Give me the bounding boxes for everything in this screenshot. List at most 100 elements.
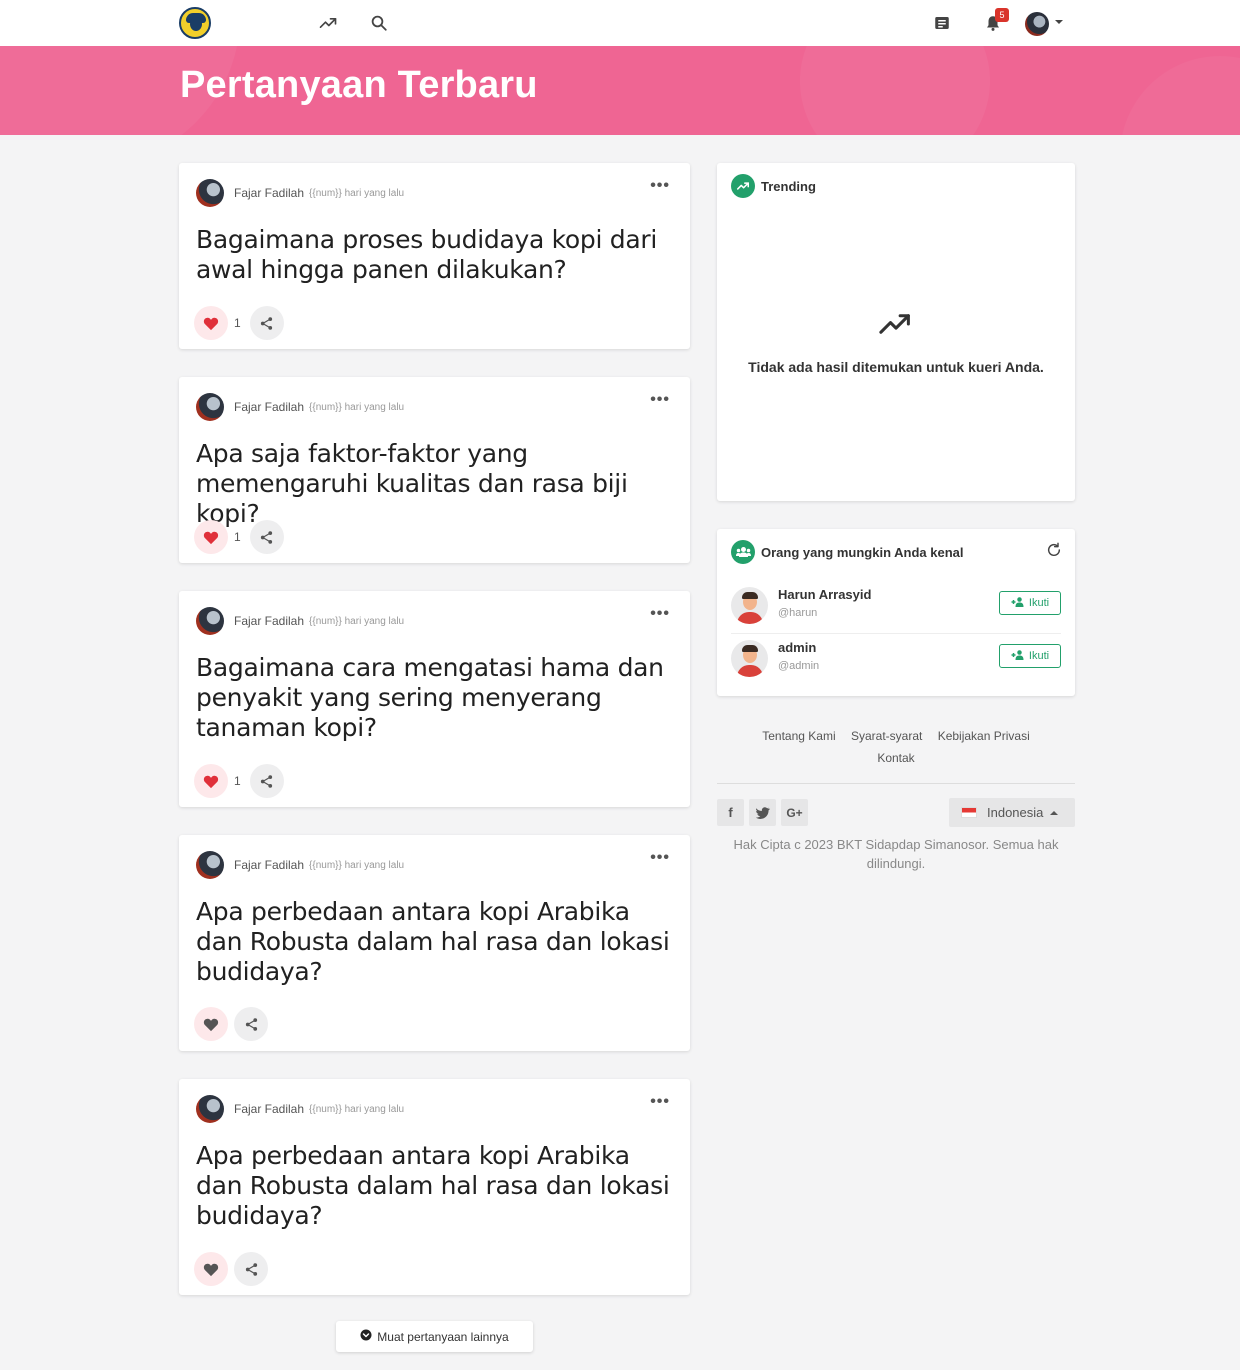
question-card[interactable]: Fajar Fadilah {{num}} hari yang lalu •••… — [179, 591, 690, 807]
language-selector[interactable]: Indonesia — [949, 798, 1075, 827]
question-title[interactable]: Apa perbedaan antara kopi Arabika dan Ro… — [196, 1141, 676, 1231]
question-meta: Fajar Fadilah {{num}} hari yang lalu — [196, 851, 404, 879]
post-time: {{num}} hari yang lalu — [309, 1103, 405, 1115]
google-plus-icon[interactable]: G+ — [781, 799, 808, 826]
like-button[interactable] — [194, 520, 228, 554]
question-title[interactable]: Bagaimana proses budidaya kopi dari awal… — [196, 225, 676, 285]
messages-icon[interactable] — [930, 11, 954, 35]
post-time: {{num}} hari yang lalu — [309, 187, 405, 199]
question-card[interactable]: Fajar Fadilah {{num}} hari yang lalu •••… — [179, 835, 690, 1051]
author-avatar[interactable] — [196, 179, 224, 207]
more-options-icon[interactable]: ••• — [650, 1094, 670, 1110]
suggestions-header: Orang yang mungkin Anda kenal — [731, 540, 964, 564]
footer-divider — [717, 783, 1075, 784]
more-options-icon[interactable]: ••• — [650, 178, 670, 194]
people-suggestions-card: Orang yang mungkin Anda kenal Harun Arra… — [717, 529, 1075, 696]
question-title[interactable]: Apa saja faktor-faktor yang memengaruhi … — [196, 439, 676, 529]
person-handle: @harun — [778, 607, 818, 619]
like-button[interactable] — [194, 764, 228, 798]
trending-card: Trending Tidak ada hasil ditemukan untuk… — [717, 163, 1075, 501]
follow-button[interactable]: Ikuti — [999, 644, 1061, 668]
person-avatar[interactable] — [731, 640, 768, 677]
suggestions-title: Orang yang mungkin Anda kenal — [761, 544, 964, 560]
like-button[interactable] — [194, 1007, 228, 1041]
author-avatar[interactable] — [196, 607, 224, 635]
footer-link-contact[interactable]: Kontak — [877, 751, 914, 765]
follow-button[interactable]: Ikuti — [999, 591, 1061, 615]
chevron-circle-down-icon — [360, 1329, 372, 1344]
like-count: 1 — [234, 316, 241, 330]
like-count: 1 — [234, 774, 241, 788]
divider — [731, 633, 1061, 634]
more-options-icon[interactable]: ••• — [650, 606, 670, 622]
question-title[interactable]: Apa perbedaan antara kopi Arabika dan Ro… — [196, 897, 676, 987]
footer-link-terms[interactable]: Syarat-syarat — [851, 729, 922, 743]
question-card[interactable]: Fajar Fadilah {{num}} hari yang lalu •••… — [179, 377, 690, 563]
author-name[interactable]: Fajar Fadilah — [234, 400, 304, 414]
search-icon[interactable] — [367, 11, 391, 35]
notification-badge: 5 — [995, 8, 1009, 22]
trending-icon[interactable] — [316, 11, 340, 35]
trending-title: Trending — [761, 178, 816, 194]
empty-result-text: Tidak ada hasil ditemukan untuk kueri An… — [748, 359, 1044, 375]
question-card[interactable]: Fajar Fadilah {{num}} hari yang lalu •••… — [179, 1079, 690, 1295]
language-label: Indonesia — [987, 805, 1044, 820]
site-logo[interactable] — [179, 7, 211, 39]
user-plus-icon — [1011, 596, 1025, 610]
suggested-person: admin @admin Ikuti — [731, 638, 1061, 682]
share-button[interactable] — [249, 306, 284, 340]
footer-link-about[interactable]: Tentang Kami — [762, 729, 835, 743]
top-navbar: 5 — [0, 0, 1240, 46]
author-name[interactable]: Fajar Fadilah — [234, 858, 304, 872]
question-actions: 1 — [194, 520, 284, 554]
author-name[interactable]: Fajar Fadilah — [234, 186, 304, 200]
share-icon — [245, 1017, 257, 1031]
question-actions — [194, 1252, 268, 1286]
person-name[interactable]: admin — [778, 640, 816, 655]
post-time: {{num}} hari yang lalu — [309, 615, 405, 627]
heart-icon — [203, 317, 219, 330]
chevron-down-icon[interactable] — [1055, 20, 1063, 24]
question-meta: Fajar Fadilah {{num}} hari yang lalu — [196, 1095, 405, 1123]
user-avatar[interactable] — [1025, 12, 1049, 36]
copyright-text: Hak Cipta c 2023 BKT Sidapdap Simanosor.… — [733, 837, 1059, 871]
more-options-icon[interactable]: ••• — [650, 392, 670, 408]
like-button[interactable] — [194, 306, 228, 340]
follow-label: Ikuti — [1028, 650, 1050, 662]
like-button[interactable] — [194, 1252, 228, 1286]
trending-icon — [731, 174, 755, 198]
facebook-icon[interactable]: f — [717, 799, 744, 826]
author-avatar[interactable] — [196, 393, 224, 421]
person-name[interactable]: Harun Arrasyid — [778, 587, 871, 602]
trending-empty-icon — [879, 313, 913, 340]
like-count: 1 — [234, 530, 241, 544]
question-actions — [194, 1007, 268, 1041]
more-options-icon[interactable]: ••• — [650, 850, 670, 866]
share-icon — [261, 316, 273, 330]
heart-icon — [203, 1018, 219, 1031]
author-name[interactable]: Fajar Fadilah — [234, 614, 304, 628]
share-button[interactable] — [234, 1007, 268, 1041]
share-button[interactable] — [249, 764, 284, 798]
question-title[interactable]: Bagaimana cara mengatasi hama dan penyak… — [196, 653, 676, 743]
follow-label: Ikuti — [1028, 597, 1050, 609]
twitter-icon[interactable] — [749, 799, 776, 826]
footer-links: Tentang Kami Syarat-syarat Kebijakan Pri… — [717, 725, 1075, 769]
refresh-icon[interactable] — [1046, 542, 1062, 563]
load-more-label: Muat pertanyaan lainnya — [377, 1329, 509, 1344]
indonesia-flag-icon — [961, 807, 977, 818]
person-handle: @admin — [778, 660, 820, 672]
person-avatar[interactable] — [731, 587, 768, 624]
share-button[interactable] — [234, 1252, 268, 1286]
author-name[interactable]: Fajar Fadilah — [234, 1102, 304, 1116]
share-icon — [245, 1262, 257, 1276]
load-more-button[interactable]: Muat pertanyaan lainnya — [336, 1321, 533, 1352]
footer-link-privacy[interactable]: Kebijakan Privasi — [938, 729, 1030, 743]
author-avatar[interactable] — [196, 851, 224, 879]
share-button[interactable] — [249, 520, 284, 554]
question-card[interactable]: Fajar Fadilah {{num}} hari yang lalu •••… — [179, 163, 690, 349]
heart-icon — [203, 531, 219, 544]
author-avatar[interactable] — [196, 1095, 224, 1123]
post-time: {{num}} hari yang lalu — [309, 401, 405, 413]
question-meta: Fajar Fadilah {{num}} hari yang lalu — [196, 179, 405, 207]
